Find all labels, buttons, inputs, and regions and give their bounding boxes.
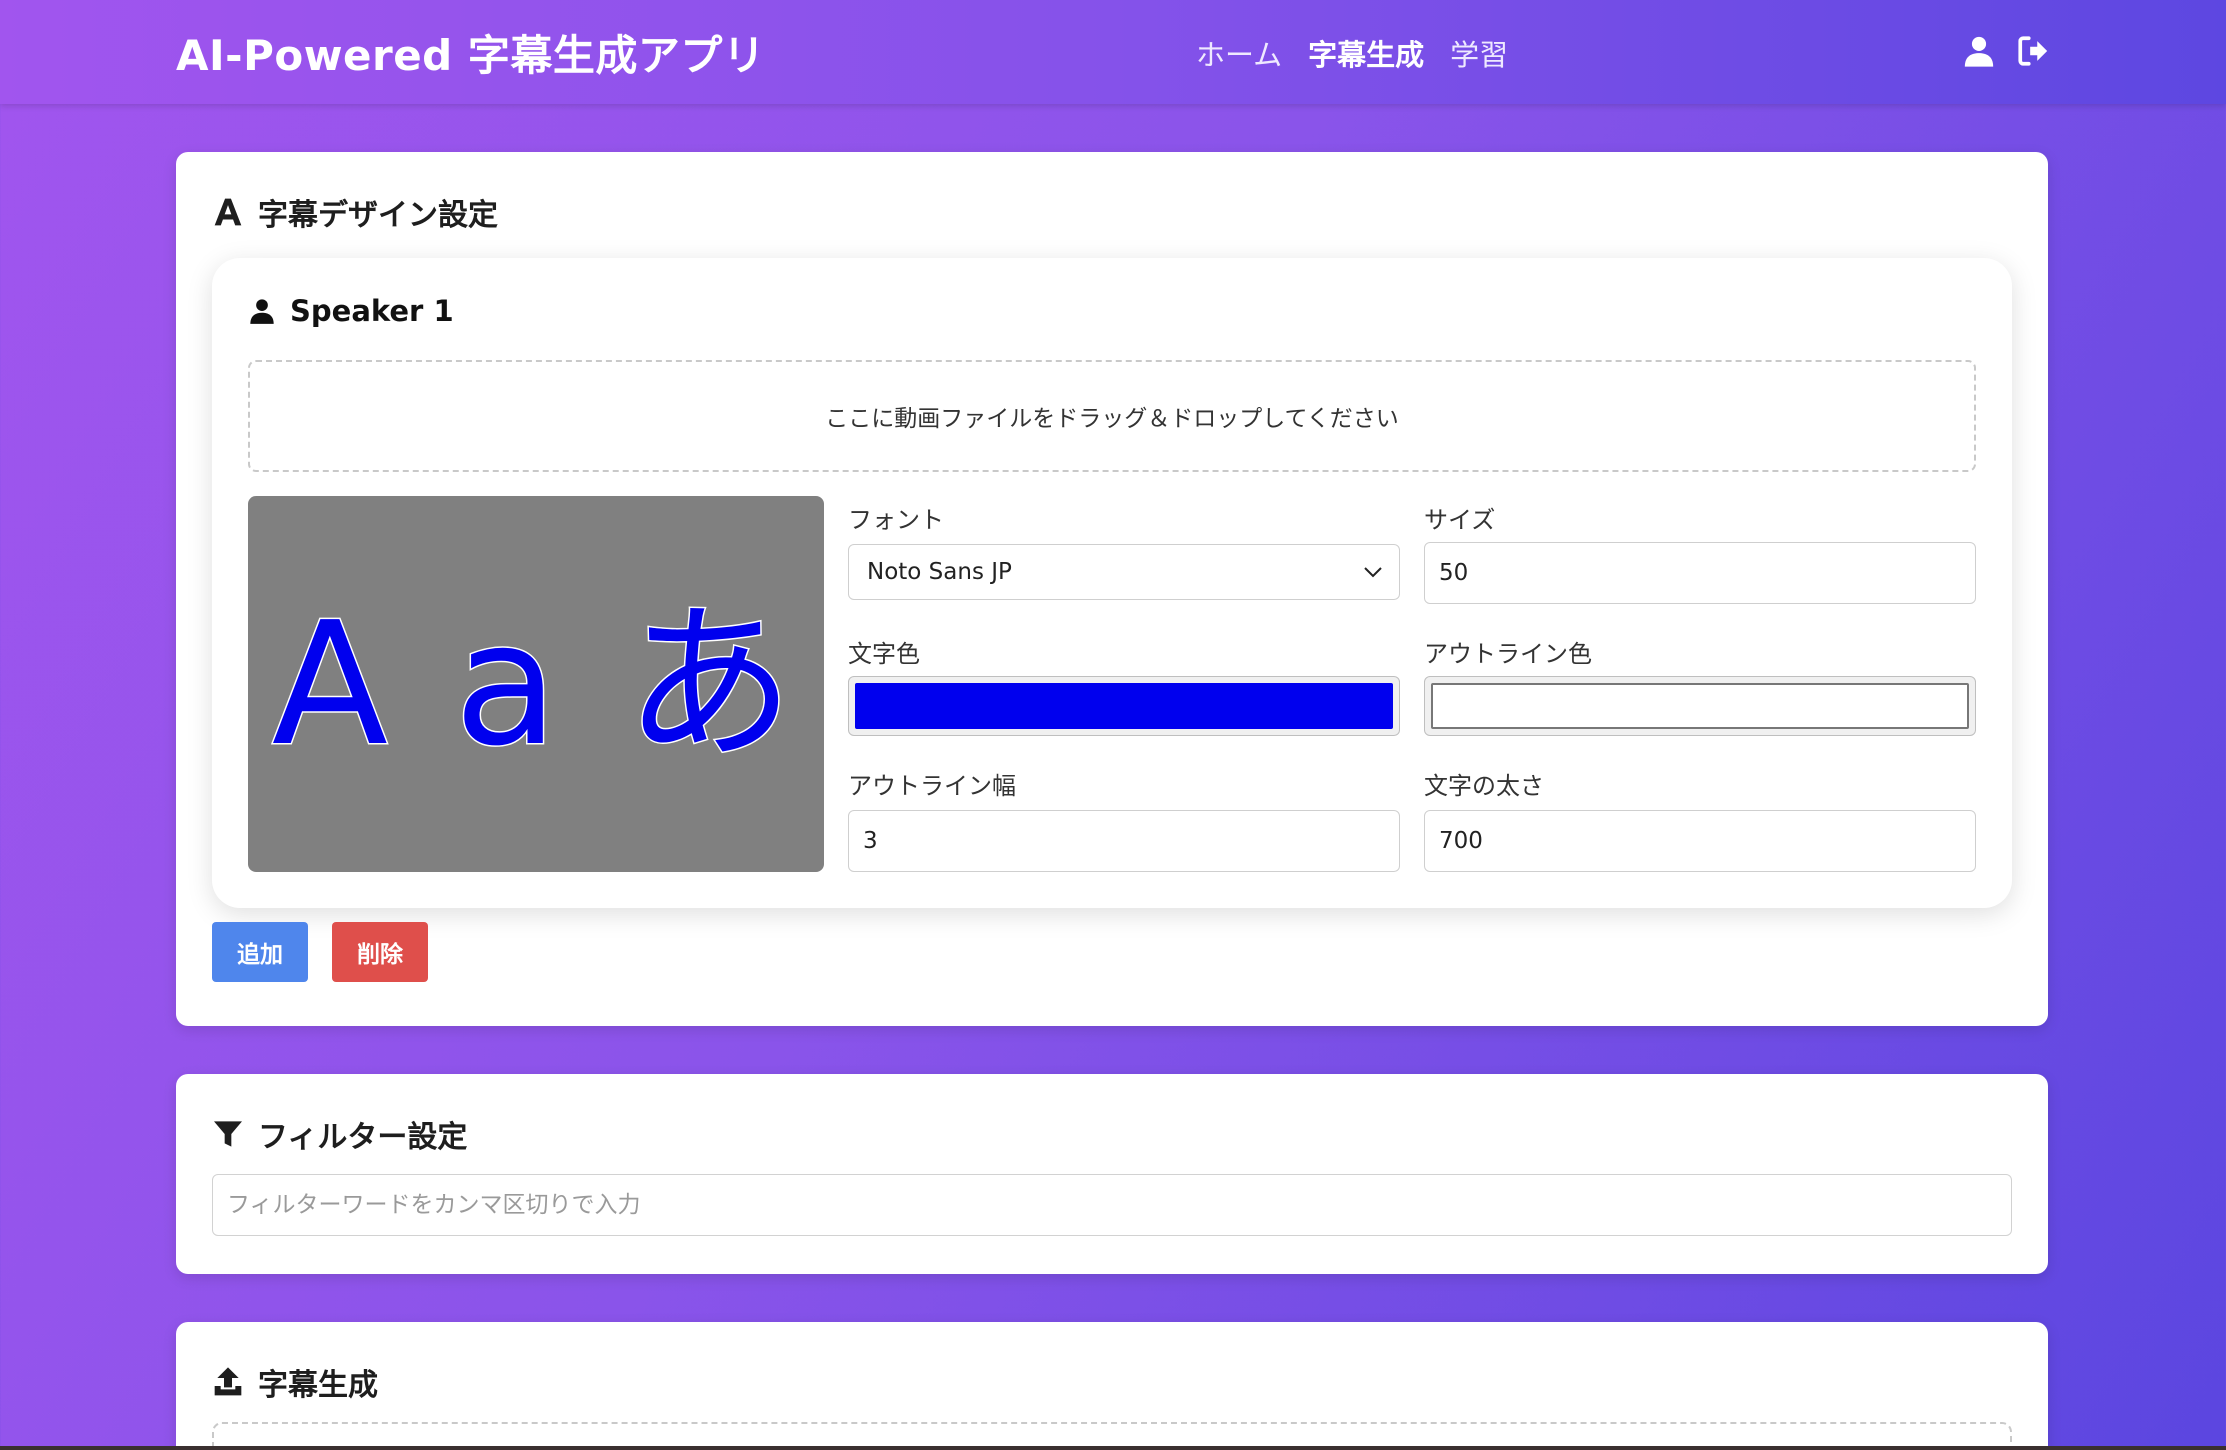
subtitle-design-card: 字幕デザイン設定 Speaker 1 ここに動画ファイルをドラッグ＆ドロップして… — [176, 152, 2048, 1026]
speaker-header: Speaker 1 — [248, 294, 454, 328]
speaker-title: Speaker 1 — [290, 294, 454, 328]
filter-card-title: フィルター設定 — [258, 1120, 468, 1155]
add-speaker-button[interactable]: 追加 — [212, 922, 308, 982]
subtitle-preview: A a あ — [248, 496, 824, 872]
outline-color-label: アウトライン色 — [1424, 640, 1592, 668]
generate-card-title: 字幕生成 — [258, 1368, 378, 1403]
text-color-label: 文字色 — [848, 640, 920, 668]
main-nav: ホーム 字幕生成 学習 — [1196, 32, 1508, 74]
window-bottom-edge — [0, 1446, 2226, 1450]
filter-words-input[interactable] — [212, 1174, 2012, 1236]
font-select-value: Noto Sans JP — [867, 559, 1012, 585]
upload-icon — [214, 1367, 242, 1396]
design-card-title: 字幕デザイン設定 — [258, 198, 498, 233]
app-brand[interactable]: AI-Powered 字幕生成アプリ — [176, 22, 765, 83]
outline-color-picker[interactable] — [1424, 676, 1976, 736]
user-icon — [250, 299, 274, 324]
nav-home[interactable]: ホーム — [1196, 32, 1282, 74]
filter-card-header: フィルター設定 — [212, 1112, 467, 1156]
text-color-swatch — [855, 683, 1393, 729]
size-input[interactable] — [1424, 542, 1976, 604]
nav-learning[interactable]: 学習 — [1450, 32, 1508, 74]
font-weight-input[interactable] — [1424, 810, 1976, 872]
delete-speaker-button[interactable]: 削除 — [332, 922, 428, 982]
logout-icon[interactable] — [2016, 34, 2050, 68]
text-color-picker[interactable] — [848, 676, 1400, 736]
header-actions — [1962, 34, 2050, 68]
font-weight-label: 文字の太さ — [1424, 772, 1544, 800]
outline-width-input[interactable] — [848, 810, 1400, 872]
outline-width-label: アウトライン幅 — [848, 772, 1016, 800]
filter-icon — [214, 1121, 242, 1147]
nav-subtitle-generation[interactable]: 字幕生成 — [1308, 32, 1424, 74]
design-card-header: 字幕デザイン設定 — [212, 190, 498, 234]
filter-settings-card: フィルター設定 — [176, 1074, 2048, 1274]
chevron-down-icon — [1364, 567, 1382, 578]
speaker-panel: Speaker 1 ここに動画ファイルをドラッグ＆ドロップしてください A a … — [212, 258, 2012, 908]
top-navbar: AI-Powered 字幕生成アプリ ホーム 字幕生成 学習 — [0, 0, 2226, 104]
video-dropzone[interactable]: ここに動画ファイルをドラッグ＆ドロップしてください — [248, 360, 1976, 472]
generate-card-header: 字幕生成 — [212, 1360, 378, 1404]
font-select[interactable]: Noto Sans JP — [848, 544, 1400, 600]
outline-color-swatch — [1431, 683, 1969, 729]
size-label: サイズ — [1424, 506, 1496, 534]
user-icon[interactable] — [1962, 34, 1996, 68]
preview-sample-text: A a あ — [270, 586, 801, 784]
font-icon — [214, 198, 242, 226]
font-label: フォント — [848, 506, 944, 534]
dropzone-text: ここに動画ファイルをドラッグ＆ドロップしてください — [825, 406, 1399, 432]
subtitle-generation-card: 字幕生成 — [176, 1322, 2048, 1450]
